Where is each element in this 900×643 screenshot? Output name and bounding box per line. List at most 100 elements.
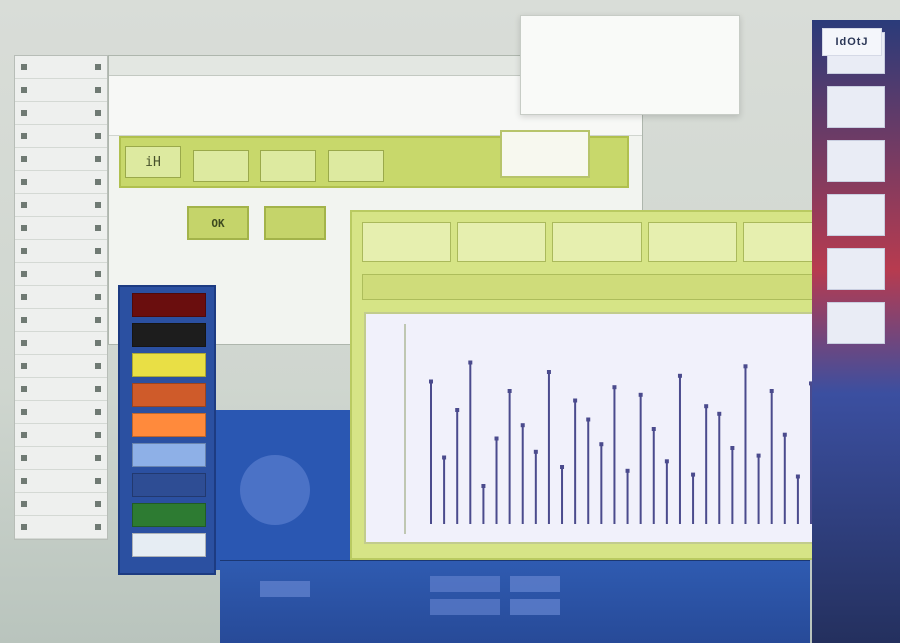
row-marker-icon bbox=[95, 501, 101, 507]
row-marker-icon bbox=[21, 432, 27, 438]
toolbar-button[interactable] bbox=[260, 149, 316, 182]
row-marker-icon bbox=[95, 478, 101, 484]
plot-point bbox=[691, 472, 696, 477]
palette-swatch[interactable] bbox=[132, 443, 206, 467]
row-marker-icon bbox=[21, 501, 27, 507]
left-panel-row[interactable] bbox=[15, 447, 107, 470]
left-panel-row[interactable] bbox=[15, 516, 107, 539]
left-panel-row[interactable] bbox=[15, 79, 107, 102]
row-marker-icon bbox=[95, 340, 101, 346]
palette-swatch[interactable] bbox=[132, 383, 206, 407]
left-panel-row[interactable] bbox=[15, 240, 107, 263]
row-marker-icon bbox=[21, 64, 27, 70]
left-panel-row[interactable] bbox=[15, 424, 107, 447]
left-panel-row[interactable] bbox=[15, 470, 107, 493]
left-panel-row[interactable] bbox=[15, 401, 107, 424]
palette-swatch[interactable] bbox=[132, 503, 206, 527]
plot-point bbox=[429, 379, 433, 384]
thumbnail[interactable] bbox=[827, 302, 885, 344]
left-panel-row[interactable] bbox=[15, 355, 107, 378]
left-panel-row[interactable] bbox=[15, 286, 107, 309]
plot-tab[interactable] bbox=[457, 222, 547, 262]
plot-point bbox=[494, 436, 499, 441]
row-marker-icon bbox=[95, 524, 101, 530]
plot-tab[interactable] bbox=[552, 222, 642, 262]
row-marker-icon bbox=[21, 156, 27, 162]
row-marker-icon bbox=[95, 432, 101, 438]
dialog-button[interactable] bbox=[500, 130, 590, 178]
toolbar-button[interactable] bbox=[327, 149, 384, 182]
thumbnail[interactable] bbox=[827, 140, 885, 182]
palette-swatch[interactable] bbox=[132, 323, 206, 347]
plot-point bbox=[625, 468, 630, 473]
left-panel-row[interactable] bbox=[15, 171, 107, 194]
left-panel-row[interactable] bbox=[15, 102, 107, 125]
row-marker-icon bbox=[95, 202, 101, 208]
left-panel-row[interactable] bbox=[15, 217, 107, 240]
plot-point bbox=[455, 408, 460, 412]
plot-point bbox=[756, 453, 761, 458]
plot-point bbox=[743, 364, 748, 369]
row-marker-icon bbox=[21, 363, 27, 369]
toolbar-button[interactable]: iH bbox=[125, 146, 181, 178]
left-panel-row[interactable] bbox=[15, 493, 107, 516]
left-panel-row[interactable] bbox=[15, 194, 107, 217]
row-marker-icon bbox=[21, 294, 27, 300]
plot-point bbox=[560, 465, 565, 469]
row-marker-icon bbox=[95, 386, 101, 392]
row-marker-icon bbox=[95, 317, 101, 323]
row-marker-icon bbox=[21, 87, 27, 93]
thumbnail[interactable] bbox=[827, 86, 885, 128]
left-panel-row[interactable] bbox=[15, 125, 107, 148]
left-panel-row[interactable] bbox=[15, 309, 107, 332]
plot-point bbox=[468, 360, 473, 365]
plot-point bbox=[507, 389, 512, 393]
plot-point bbox=[782, 432, 787, 437]
plot-area[interactable] bbox=[364, 312, 830, 544]
ok-button[interactable]: OK bbox=[187, 206, 249, 240]
row-marker-icon bbox=[95, 248, 101, 254]
status-item[interactable] bbox=[430, 576, 500, 592]
row-marker-icon bbox=[95, 455, 101, 461]
palette-swatch[interactable] bbox=[132, 473, 206, 497]
plot-point bbox=[573, 398, 578, 403]
left-panel-row[interactable] bbox=[15, 56, 107, 79]
plot-point bbox=[795, 474, 800, 479]
floating-dialog bbox=[520, 15, 740, 115]
row-marker-icon bbox=[21, 386, 27, 392]
palette-swatch[interactable] bbox=[132, 413, 206, 437]
secondary-button[interactable] bbox=[264, 206, 326, 240]
thumbnail[interactable] bbox=[827, 194, 885, 236]
plot-point bbox=[717, 411, 722, 416]
row-marker-icon bbox=[21, 409, 27, 415]
status-item[interactable] bbox=[510, 576, 560, 592]
row-marker-icon bbox=[21, 225, 27, 231]
left-panel-row[interactable] bbox=[15, 263, 107, 286]
toolbar-button[interactable] bbox=[192, 149, 249, 182]
plot-point bbox=[612, 385, 617, 390]
y-axis bbox=[376, 324, 406, 534]
status-item[interactable] bbox=[430, 599, 500, 615]
left-panel-row[interactable] bbox=[15, 378, 107, 401]
color-palette bbox=[118, 285, 216, 575]
row-marker-icon bbox=[95, 225, 101, 231]
brand-logo-text: IdOtJ bbox=[835, 36, 869, 48]
plot-header bbox=[362, 274, 832, 300]
left-panel-row[interactable] bbox=[15, 332, 107, 355]
plot-point bbox=[546, 370, 551, 374]
plot-tab[interactable] bbox=[647, 222, 737, 262]
status-item[interactable] bbox=[260, 581, 310, 597]
thumbnail[interactable] bbox=[827, 248, 885, 290]
palette-swatch[interactable] bbox=[132, 533, 206, 557]
plot-point bbox=[599, 442, 604, 447]
status-item[interactable] bbox=[510, 599, 560, 615]
plot-point bbox=[704, 404, 709, 409]
palette-swatch[interactable] bbox=[132, 353, 206, 377]
plot-point bbox=[520, 423, 525, 428]
plot-tab-bar bbox=[362, 222, 833, 262]
left-panel-row[interactable] bbox=[15, 148, 107, 171]
plot-tab[interactable] bbox=[362, 222, 452, 262]
row-marker-icon bbox=[95, 133, 101, 139]
row-marker-icon bbox=[95, 110, 101, 116]
palette-swatch[interactable] bbox=[132, 293, 206, 317]
